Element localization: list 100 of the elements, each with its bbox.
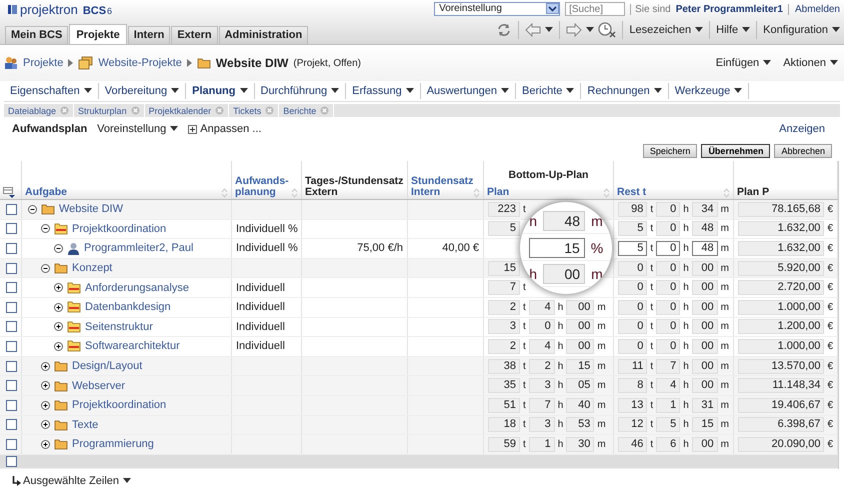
- menu-item[interactable]: Berichte: [516, 83, 582, 99]
- tree-toggle-icon[interactable]: [28, 204, 37, 214]
- duration-field[interactable]: 00: [566, 338, 594, 354]
- tree-toggle-icon[interactable]: [41, 420, 50, 430]
- duration-field[interactable]: 05: [566, 378, 594, 394]
- duration-field[interactable]: 59: [488, 436, 520, 452]
- column-header[interactable]: Aufwands-planung: [235, 176, 291, 198]
- toolbar-menu[interactable]: Lesezeichen: [629, 24, 704, 36]
- action-button[interactable]: Übernehmen: [701, 144, 770, 158]
- column-chooser-icon[interactable]: [3, 187, 15, 198]
- refresh-icon[interactable]: [496, 22, 512, 38]
- main-tab[interactable]: Administration: [218, 26, 308, 44]
- open-tab[interactable]: Dateiablage: [4, 104, 74, 117]
- duration-field[interactable]: 00: [566, 300, 594, 315]
- duration-field[interactable]: 53: [566, 417, 594, 432]
- tree-toggle-icon[interactable]: [54, 302, 63, 312]
- row-checkbox[interactable]: [6, 419, 17, 430]
- duration-field[interactable]: 7: [488, 280, 520, 296]
- duration-field[interactable]: 0: [528, 319, 555, 334]
- duration-field[interactable]: 00: [692, 338, 718, 354]
- task-link[interactable]: Programmleiter2, Paul: [84, 242, 194, 254]
- duration-field[interactable]: 0: [656, 319, 680, 334]
- duration-field[interactable]: 13: [618, 398, 648, 413]
- duration-field[interactable]: 0: [618, 319, 648, 334]
- column-header[interactable]: Plan: [487, 187, 510, 198]
- tree-toggle-icon[interactable]: [54, 342, 63, 351]
- duration-field[interactable]: 5: [618, 240, 648, 256]
- duration-field[interactable]: 30: [566, 436, 594, 452]
- task-link[interactable]: Website DIW: [59, 203, 123, 216]
- duration-field[interactable]: 0: [618, 280, 648, 296]
- menu-item[interactable]: Werkzeuge: [668, 83, 750, 99]
- duration-field[interactable]: 2: [488, 338, 520, 354]
- duration-field[interactable]: 46: [618, 436, 648, 452]
- open-tab[interactable]: Tickets: [229, 104, 280, 117]
- duration-field[interactable]: 5: [618, 221, 648, 236]
- duration-field[interactable]: 00: [692, 358, 718, 374]
- duration-field[interactable]: 4: [528, 338, 555, 354]
- duration-field[interactable]: 48: [692, 221, 718, 236]
- tree-toggle-icon[interactable]: [41, 362, 50, 371]
- row-checkbox[interactable]: [6, 204, 17, 215]
- duration-field[interactable]: 51: [488, 398, 520, 413]
- duration-field[interactable]: 40: [566, 398, 594, 413]
- amount-field[interactable]: 2.720,00: [738, 280, 824, 296]
- menu-item[interactable]: Rechnungen: [581, 83, 669, 99]
- duration-field[interactable]: 7: [528, 398, 555, 413]
- duration-field[interactable]: 2: [528, 358, 555, 374]
- action-menu[interactable]: Einfügen: [716, 57, 772, 69]
- amount-field[interactable]: 1.000,00: [738, 338, 824, 354]
- task-link[interactable]: Webserver: [72, 380, 125, 392]
- amount-field[interactable]: 20.090,00: [738, 436, 824, 452]
- duration-field[interactable]: 3: [528, 417, 555, 432]
- menu-item[interactable]: Durchführung: [254, 83, 346, 99]
- tree-toggle-icon[interactable]: [54, 283, 63, 292]
- preset-menu[interactable]: Voreinstellung: [97, 123, 178, 135]
- duration-field[interactable]: 00: [692, 280, 718, 296]
- column-header[interactable]: Aufgabe: [25, 187, 67, 198]
- task-link[interactable]: Design/Layout: [72, 360, 142, 372]
- duration-field[interactable]: 0: [618, 300, 648, 315]
- tree-toggle-icon[interactable]: [54, 322, 63, 332]
- main-tab[interactable]: Projekte: [69, 24, 127, 44]
- amount-field[interactable]: 13.570,00: [738, 358, 824, 374]
- duration-field[interactable]: 4: [656, 378, 680, 394]
- duration-field[interactable]: 3: [488, 319, 520, 334]
- menu-item[interactable]: Eigenschaften: [4, 83, 99, 99]
- duration-field[interactable]: 31: [692, 398, 718, 413]
- duration-field[interactable]: 3: [528, 378, 555, 394]
- tree-toggle-icon[interactable]: [41, 224, 50, 234]
- menu-item[interactable]: Auswertungen: [420, 83, 516, 99]
- duration-field[interactable]: 0: [656, 221, 680, 236]
- main-tab[interactable]: Mein BCS: [5, 26, 68, 44]
- duration-field[interactable]: 00: [692, 300, 718, 315]
- main-tab[interactable]: Intern: [128, 26, 170, 44]
- main-tab[interactable]: Extern: [171, 26, 218, 44]
- open-tab[interactable]: Projektkalender: [144, 104, 230, 117]
- menu-item[interactable]: Erfassung: [346, 83, 421, 99]
- duration-field[interactable]: 4: [528, 300, 555, 315]
- duration-field[interactable]: 48: [692, 240, 718, 256]
- tree-toggle-icon[interactable]: [41, 400, 50, 410]
- action-button[interactable]: Speichern: [642, 144, 698, 158]
- duration-field[interactable]: 38: [488, 358, 520, 374]
- customize-link[interactable]: Anpassen ...: [188, 123, 262, 135]
- row-checkbox[interactable]: [6, 302, 17, 313]
- caret-icon[interactable]: [586, 27, 594, 33]
- duration-field[interactable]: 0: [656, 300, 680, 315]
- user-name[interactable]: Peter Programmleiter1: [676, 4, 783, 14]
- duration-field[interactable]: 0: [618, 260, 648, 276]
- duration-field[interactable]: 12: [618, 417, 648, 432]
- duration-field[interactable]: 18: [488, 417, 520, 432]
- duration-field[interactable]: 0: [656, 202, 680, 217]
- duration-field[interactable]: 15: [692, 417, 718, 432]
- duration-field[interactable]: 00: [566, 319, 594, 334]
- tree-toggle-icon[interactable]: [41, 381, 50, 390]
- logout-link[interactable]: Abmelden: [788, 4, 840, 14]
- duration-field[interactable]: 0: [656, 240, 680, 256]
- breadcrumb-link[interactable]: Projekte: [23, 57, 64, 69]
- amount-field[interactable]: 1.632,00: [738, 221, 824, 236]
- duration-field[interactable]: 00: [692, 319, 718, 334]
- duration-field[interactable]: 0: [656, 280, 680, 296]
- duration-field[interactable]: 00: [692, 378, 718, 394]
- row-checkbox[interactable]: [6, 223, 17, 234]
